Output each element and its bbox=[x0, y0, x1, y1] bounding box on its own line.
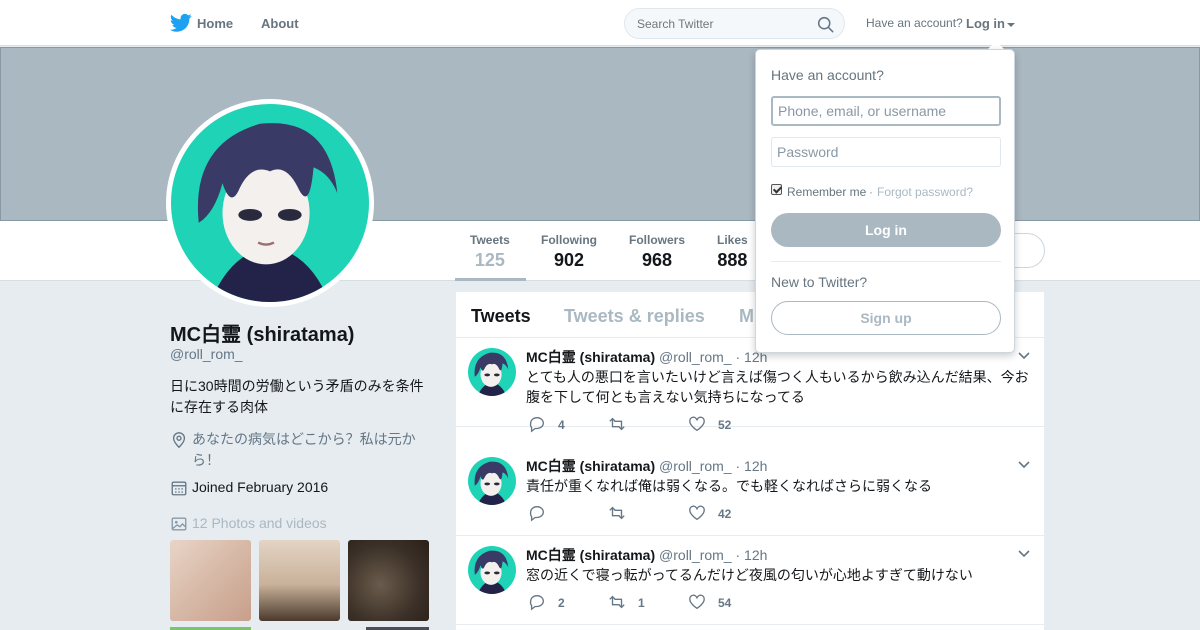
like-count: 42 bbox=[718, 507, 732, 521]
nav-about-link[interactable]: About bbox=[261, 16, 299, 31]
calendar-icon bbox=[171, 481, 187, 496]
tweet-header: MC白霊 (shiratama) @roll_rom_ · 12h bbox=[526, 347, 767, 367]
caret-down-icon bbox=[1007, 22, 1015, 27]
search-icon[interactable] bbox=[817, 16, 834, 33]
tweet-avatar[interactable] bbox=[468, 546, 516, 594]
stat-likes[interactable]: Likes 888 bbox=[717, 233, 748, 271]
profile-avatar[interactable] bbox=[166, 99, 374, 307]
photo-icon bbox=[171, 517, 187, 531]
stat-label: Likes bbox=[717, 233, 748, 247]
retweet-icon bbox=[609, 417, 625, 431]
avatar-illustration bbox=[171, 104, 369, 302]
reply-count: 4 bbox=[558, 418, 565, 432]
stat-label: Followers bbox=[629, 233, 686, 247]
location-text: あなたの病気はどこから？私は元から！ bbox=[192, 431, 416, 468]
tab-media[interactable]: M bbox=[739, 306, 754, 327]
chevron-down-icon[interactable] bbox=[1018, 550, 1030, 558]
reply-count: 2 bbox=[558, 596, 565, 610]
stat-value: 968 bbox=[641, 250, 673, 270]
stat-value: 902 bbox=[553, 250, 585, 270]
nav-home-link[interactable]: Home bbox=[197, 16, 233, 31]
separator-dot: · bbox=[869, 185, 873, 199]
tab-tweets[interactable]: Tweets bbox=[471, 306, 531, 327]
login-toggle-label: Log in bbox=[966, 16, 1005, 31]
new-to-twitter-text: New to Twitter? bbox=[771, 274, 868, 290]
top-nav: Home About Have an account? Log in bbox=[0, 0, 1200, 46]
tweet[interactable]: MC白霊 (shiratama) @roll_rom_ · 12h 責任が重くな… bbox=[456, 447, 1044, 536]
tweet-header: MC白霊 (shiratama) @roll_rom_ · 12h bbox=[526, 456, 767, 476]
location-pin-icon bbox=[172, 432, 186, 449]
heart-icon bbox=[689, 505, 705, 521]
avatar-illustration bbox=[468, 546, 516, 594]
login-button[interactable]: Log in bbox=[771, 213, 1001, 247]
username-field[interactable] bbox=[771, 96, 1001, 126]
tweet[interactable]: MC白霊 (shiratama) @roll_rom_ · 12h 窓の近くで寝… bbox=[456, 536, 1044, 625]
stat-tweets[interactable]: Tweets 125 bbox=[470, 233, 510, 271]
stat-label: Tweets bbox=[470, 233, 510, 247]
tweet-author-handle[interactable]: @roll_rom_ bbox=[659, 547, 732, 563]
retweet-icon bbox=[609, 595, 625, 609]
heart-icon bbox=[689, 594, 705, 610]
profile-location: あなたの病気はどこから？私は元から！ bbox=[170, 429, 432, 471]
tweet-text: 窓の近くで寝っ転がってるんだけど夜風の匂いが心地よすぎて動けない bbox=[526, 567, 973, 583]
tweet-avatar[interactable] bbox=[468, 457, 516, 505]
stat-label: Following bbox=[541, 233, 597, 247]
login-dropdown: Have an account? Remember me · Forgot pa… bbox=[755, 49, 1015, 353]
stat-followers[interactable]: Followers 968 bbox=[629, 233, 685, 271]
profile-handle[interactable]: @roll_rom_ bbox=[170, 346, 243, 362]
profile-bio: 日に30時間の労働という矛盾のみを条件に存在する肉体 bbox=[170, 378, 424, 415]
remember-me-checkbox[interactable] bbox=[771, 184, 782, 195]
media-thumbnail[interactable] bbox=[348, 540, 429, 621]
avatar-illustration bbox=[468, 348, 516, 396]
like-count: 54 bbox=[718, 596, 732, 610]
tweet-author-handle[interactable]: @roll_rom_ bbox=[659, 349, 732, 365]
chevron-down-icon[interactable] bbox=[1018, 352, 1030, 360]
photos-text: 12 Photos and videos bbox=[192, 515, 327, 531]
have-account-text: Have an account? bbox=[866, 16, 963, 30]
media-thumbnail[interactable] bbox=[170, 540, 251, 621]
stat-value: 125 bbox=[474, 250, 505, 270]
tweet-timestamp[interactable]: · 12h bbox=[736, 547, 768, 563]
tweet-timestamp[interactable]: · 12h bbox=[736, 458, 768, 474]
search-box[interactable] bbox=[624, 8, 845, 39]
profile-join-date: Joined February 2016 bbox=[170, 477, 432, 498]
twitter-bird-icon[interactable] bbox=[170, 13, 192, 33]
retweet-icon bbox=[609, 506, 625, 520]
password-field[interactable] bbox=[771, 137, 1001, 167]
search-input[interactable] bbox=[637, 17, 807, 31]
chevron-down-icon[interactable] bbox=[1018, 461, 1030, 469]
stat-value: 888 bbox=[717, 250, 748, 270]
like-count: 52 bbox=[718, 418, 732, 432]
login-dropdown-toggle[interactable]: Log in bbox=[966, 16, 1015, 31]
tweet-text: 責任が重くなれば俺は弱くなる。でも軽くなればさらに弱くなる bbox=[526, 478, 932, 494]
avatar-illustration bbox=[468, 457, 516, 505]
join-date-text: Joined February 2016 bbox=[192, 479, 329, 495]
forgot-password-link[interactable]: Forgot password? bbox=[877, 185, 973, 199]
stat-following[interactable]: Following 902 bbox=[541, 233, 597, 271]
photos-and-videos-link[interactable]: 12 Photos and videos bbox=[170, 513, 432, 534]
remember-me-label[interactable]: Remember me bbox=[787, 185, 866, 199]
active-stat-underline bbox=[455, 278, 526, 281]
tweet-author-name[interactable]: MC白霊 (shiratama) bbox=[526, 349, 655, 365]
heart-icon bbox=[689, 416, 705, 432]
retweet-count: 1 bbox=[638, 596, 645, 610]
tab-tweets-and-replies[interactable]: Tweets & replies bbox=[564, 306, 705, 327]
login-dropdown-title: Have an account? bbox=[771, 67, 884, 83]
tweet-text: とても人の悪口を言いたいけど言えば傷つく人もいるから飲み込んだ結果、今お腹を下し… bbox=[526, 369, 1029, 405]
signup-button[interactable]: Sign up bbox=[771, 301, 1001, 335]
reply-icon bbox=[529, 417, 544, 433]
reply-icon bbox=[529, 506, 544, 522]
tweet-avatar[interactable] bbox=[468, 348, 516, 396]
dropdown-divider bbox=[771, 261, 1001, 262]
tweet-author-handle[interactable]: @roll_rom_ bbox=[659, 458, 732, 474]
media-thumbnail[interactable] bbox=[259, 540, 340, 621]
reply-icon bbox=[529, 595, 544, 611]
tweet-author-name[interactable]: MC白霊 (shiratama) bbox=[526, 547, 655, 563]
profile-name[interactable]: MC白霊 (shiratama) bbox=[170, 318, 354, 347]
tweet-author-name[interactable]: MC白霊 (shiratama) bbox=[526, 458, 655, 474]
tweet-header: MC白霊 (shiratama) @roll_rom_ · 12h bbox=[526, 545, 767, 565]
